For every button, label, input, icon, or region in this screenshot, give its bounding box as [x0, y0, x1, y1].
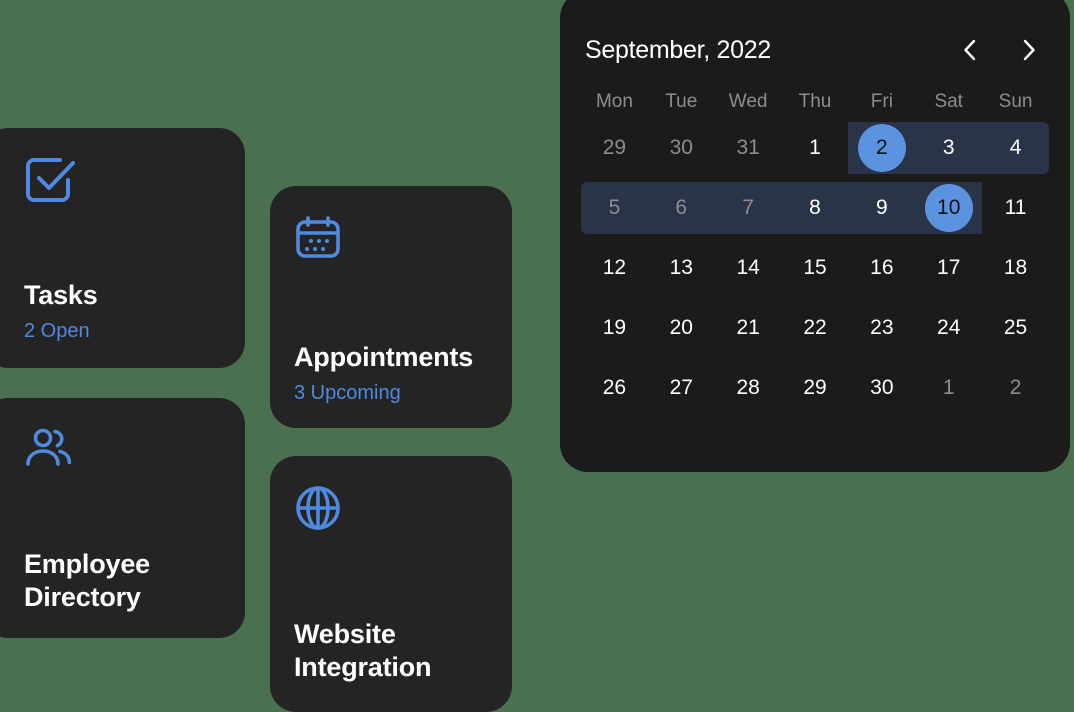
calendar-day[interactable]: 23 [848, 298, 915, 358]
calendar-icon [294, 214, 342, 267]
calendar-day[interactable]: 11 [982, 178, 1049, 238]
calendar-day-range-start[interactable]: 2 [848, 118, 915, 178]
card-employee-directory-title: Employee Directory [24, 549, 150, 612]
calendar-day[interactable]: 22 [782, 298, 849, 358]
calendar-day[interactable]: 13 [648, 238, 715, 298]
calendar-week-row: 26 27 28 29 30 1 2 [581, 358, 1049, 418]
calendar-weekday-row: Mon Tue Wed Thu Fri Sat Sun [581, 86, 1049, 118]
calendar-weekday: Thu [798, 91, 832, 112]
card-tasks[interactable]: Tasks 2 Open [0, 128, 245, 368]
calendar-day[interactable]: 1 [915, 358, 982, 418]
card-tasks-subtitle: 2 Open [24, 320, 90, 342]
calendar-weekday: Fri [870, 91, 893, 112]
card-appointments-text: Appointments 3 Upcoming [294, 341, 494, 406]
globe-icon [294, 484, 342, 537]
calendar-header: September, 2022 [560, 30, 1070, 70]
calendar-weekday: Tue [665, 91, 698, 112]
calendar-week-row: 5 6 7 8 9 10 11 [581, 178, 1049, 238]
calendar-day[interactable]: 8 [782, 178, 849, 238]
calendar-next-month-button[interactable] [1012, 33, 1046, 67]
calendar-day[interactable]: 24 [915, 298, 982, 358]
card-appointments[interactable]: Appointments 3 Upcoming [270, 186, 512, 428]
calendar-day[interactable]: 20 [648, 298, 715, 358]
calendar-day[interactable]: 6 [648, 178, 715, 238]
card-website-integration[interactable]: Website Integration [270, 456, 512, 712]
calendar-day[interactable]: 19 [581, 298, 648, 358]
calendar-prev-month-button[interactable] [952, 33, 986, 67]
calendar-weekday: Sun [998, 91, 1033, 112]
calendar-day[interactable]: 1 [782, 118, 849, 178]
calendar-day[interactable]: 2 [982, 358, 1049, 418]
calendar-day[interactable]: 7 [715, 178, 782, 238]
calendar-day[interactable]: 25 [982, 298, 1049, 358]
calendar-day[interactable]: 31 [715, 118, 782, 178]
calendar-weekday: Wed [728, 91, 768, 112]
calendar-panel: September, 2022 Mon Tue Wed Thu Fri Sat [560, 0, 1070, 472]
calendar-day[interactable]: 15 [782, 238, 849, 298]
calendar-day[interactable]: 16 [848, 238, 915, 298]
card-employee-directory[interactable]: Employee Directory [0, 398, 245, 638]
chevron-left-icon [963, 39, 976, 61]
calendar-day[interactable]: 3 [915, 118, 982, 178]
calendar-day[interactable]: 29 [782, 358, 849, 418]
card-appointments-subtitle: 3 Upcoming [294, 382, 401, 404]
card-appointments-title: Appointments [294, 342, 474, 372]
calendar-week-row: 12 13 14 15 16 17 18 [581, 238, 1049, 298]
calendar-day[interactable]: 14 [715, 238, 782, 298]
calendar-day-range-end[interactable]: 10 [915, 178, 982, 238]
calendar-week-row: 19 20 21 22 23 24 25 [581, 298, 1049, 358]
calendar-day[interactable]: 26 [581, 358, 648, 418]
card-website-integration-title: Website Integration [294, 619, 432, 682]
card-tasks-title: Tasks [24, 280, 98, 310]
card-employee-directory-text: Employee Directory [24, 548, 227, 614]
calendar-day[interactable]: 21 [715, 298, 782, 358]
calendar-day[interactable]: 9 [848, 178, 915, 238]
calendar-day[interactable]: 30 [848, 358, 915, 418]
calendar-day[interactable]: 27 [648, 358, 715, 418]
calendar-day[interactable]: 30 [648, 118, 715, 178]
calendar-month-label: September, 2022 [585, 35, 771, 64]
calendar-day[interactable]: 18 [982, 238, 1049, 298]
chevron-right-icon [1023, 39, 1036, 61]
calendar-day[interactable]: 12 [581, 238, 648, 298]
calendar-day[interactable]: 5 [581, 178, 648, 238]
calendar-day[interactable]: 4 [982, 118, 1049, 178]
card-tasks-text: Tasks 2 Open [24, 279, 227, 344]
calendar-day[interactable]: 29 [581, 118, 648, 178]
calendar-week-row: 29 30 31 1 2 3 4 [581, 118, 1049, 178]
calendar-weekday: Mon [595, 91, 633, 112]
card-website-integration-text: Website Integration [294, 618, 494, 684]
calendar-day[interactable]: 28 [715, 358, 782, 418]
checkbox-check-icon [24, 156, 76, 209]
calendar-day[interactable]: 17 [915, 238, 982, 298]
calendar-grid: Mon Tue Wed Thu Fri Sat Sun 29 30 31 1 2… [581, 86, 1049, 418]
people-icon [24, 426, 74, 475]
calendar-weekday: Sat [934, 91, 963, 112]
